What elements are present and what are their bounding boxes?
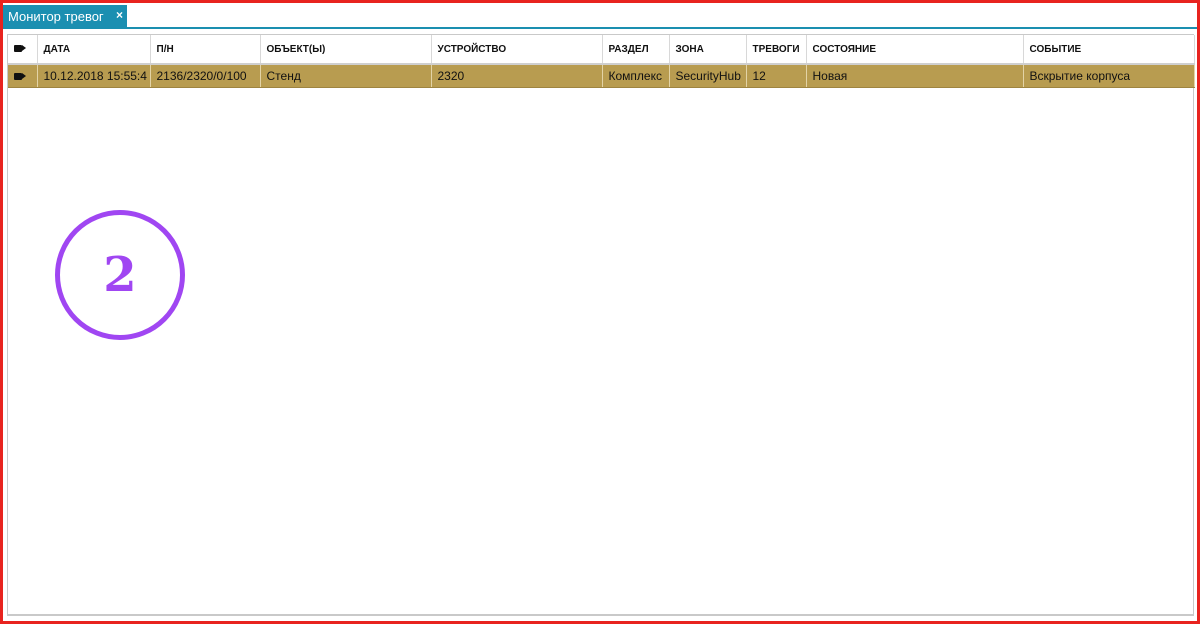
table-row[interactable]: 10.12.2018 15:55:4 2136/2320/0/100 Стенд… (8, 64, 1195, 88)
column-header-pn[interactable]: П/Н (150, 35, 261, 65)
tab-alarm-monitor[interactable]: Монитор тревог × (3, 5, 127, 27)
horizontal-scrollbar[interactable] (7, 614, 1194, 616)
cell-state: Новая (806, 64, 1024, 88)
row-camera-cell[interactable] (8, 64, 38, 88)
tab-bar: Монитор тревог × (3, 3, 1197, 29)
column-header-device[interactable]: УСТРОЙСТВО (431, 35, 603, 65)
cell-alarms: 12 (746, 64, 807, 88)
close-icon[interactable]: × (116, 8, 123, 22)
column-header-object[interactable]: ОБЪЕКТ(Ы) (260, 35, 432, 65)
video-camera-icon (14, 45, 26, 53)
column-header-state[interactable]: СОСТОЯНИЕ (806, 35, 1024, 65)
column-header-alarms[interactable]: ТРЕВОГИ (746, 35, 807, 65)
column-header-date[interactable]: ДАТА (37, 35, 151, 65)
annotation-number-badge: 2 (55, 210, 185, 340)
column-header-camera[interactable] (8, 35, 38, 65)
cell-event: Вскрытие корпуса (1023, 64, 1195, 88)
cell-date: 10.12.2018 15:55:4 (37, 64, 151, 88)
column-header-event[interactable]: СОБЫТИЕ (1023, 35, 1195, 65)
tab-title: Монитор тревог (8, 8, 104, 24)
column-header-section[interactable]: РАЗДЕЛ (602, 35, 670, 65)
video-camera-icon[interactable] (14, 73, 26, 81)
column-header-zone[interactable]: ЗОНА (669, 35, 747, 65)
cell-object: Стенд (260, 64, 432, 88)
alarm-table: ДАТА П/Н ОБЪЕКТ(Ы) УСТРОЙСТВО РАЗДЕЛ ЗОН… (8, 35, 1195, 88)
cell-zone: SecurityHub (669, 64, 747, 88)
alarm-table-panel: ДАТА П/Н ОБЪЕКТ(Ы) УСТРОЙСТВО РАЗДЕЛ ЗОН… (7, 34, 1195, 616)
cell-pn: 2136/2320/0/100 (150, 64, 261, 88)
cell-device: 2320 (431, 64, 603, 88)
annotation-number: 2 (103, 247, 137, 303)
cell-section: Комплекс (602, 64, 670, 88)
table-header-row: ДАТА П/Н ОБЪЕКТ(Ы) УСТРОЙСТВО РАЗДЕЛ ЗОН… (8, 35, 1195, 65)
